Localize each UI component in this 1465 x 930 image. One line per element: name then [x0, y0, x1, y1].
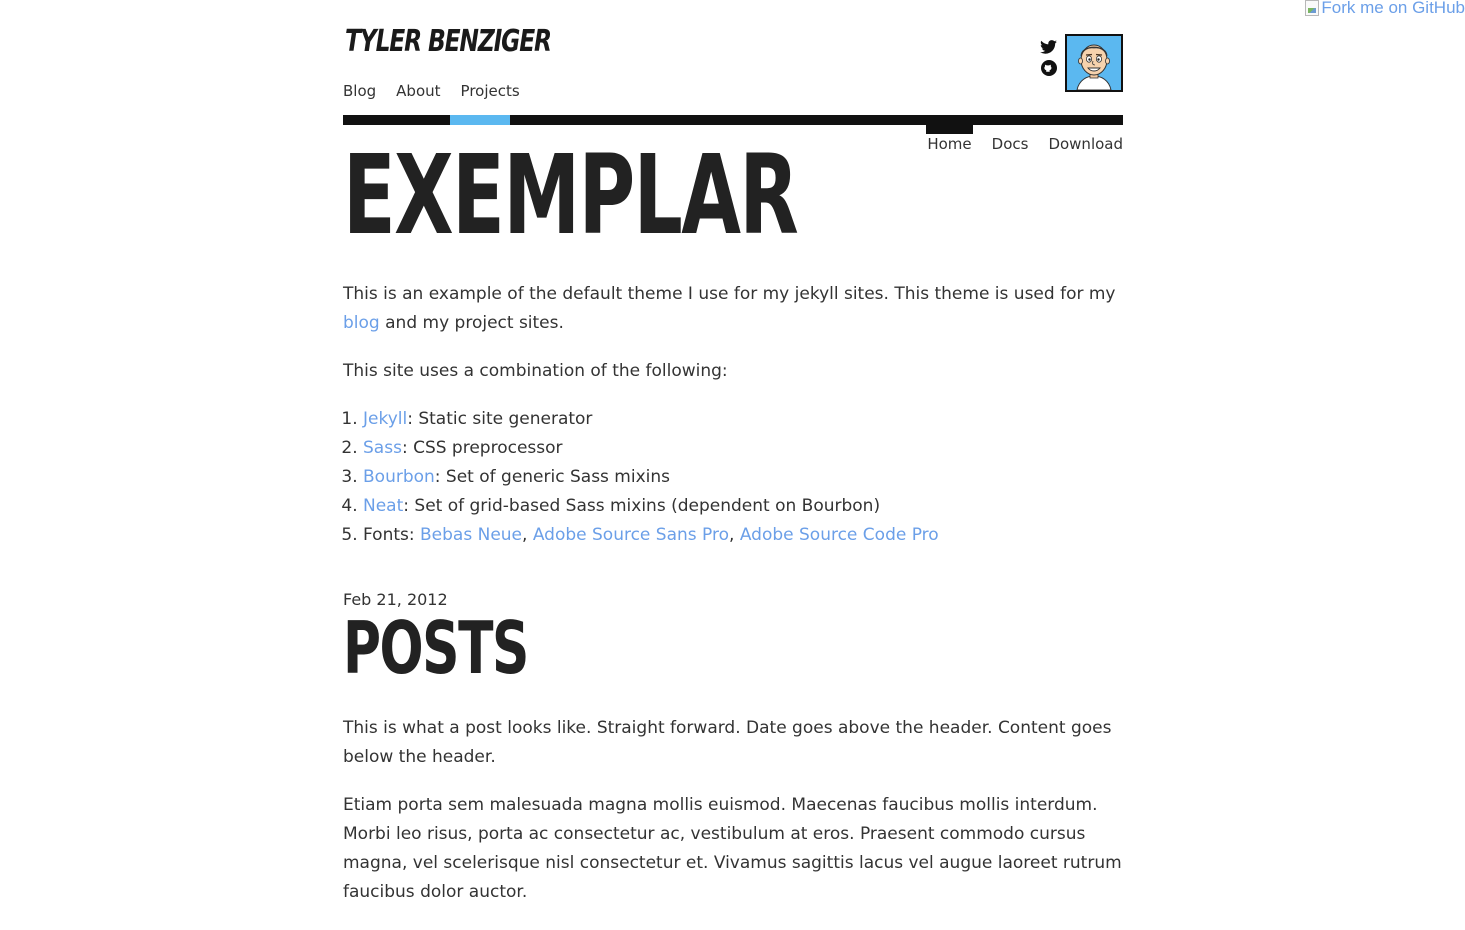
list-item: Bourbon: Set of generic Sass mixins — [363, 463, 1123, 492]
post-paragraph: Etiam porta sem malesuada magna mollis e… — [343, 795, 1122, 902]
intro-section: This is an example of the default theme … — [343, 280, 1123, 550]
post-body: This is what a post looks like. Straight… — [343, 714, 1123, 926]
avatar[interactable] — [1065, 34, 1123, 92]
blog-link[interactable]: blog — [343, 313, 380, 333]
intro-text: This is an example of the default theme … — [343, 284, 1116, 304]
social-links — [1040, 40, 1057, 76]
intro-paragraph: This is an example of the default theme … — [343, 280, 1123, 338]
bourbon-link[interactable]: Bourbon — [363, 467, 435, 487]
site-title[interactable]: TYLER BENZIGER — [345, 24, 552, 59]
site-header: TYLER BENZIGER Blog About Projects — [343, 0, 1123, 125]
main-nav: Blog About Projects — [343, 82, 540, 100]
github-icon[interactable] — [1040, 60, 1057, 76]
subnav-download-link[interactable]: Download — [1048, 125, 1123, 153]
nav-blog-link[interactable]: Blog — [343, 82, 376, 100]
list-item-desc: : Static site generator — [407, 409, 593, 429]
active-nav-indicator — [450, 115, 510, 125]
project-sub-nav: Home Docs Download — [907, 125, 1123, 153]
neat-link[interactable]: Neat — [363, 496, 403, 516]
list-item: Sass: CSS preprocessor — [363, 434, 1123, 463]
list-item-desc: : Set of grid-based Sass mixins (depende… — [403, 496, 881, 516]
sass-link[interactable]: Sass — [363, 438, 402, 458]
subnav-docs-link[interactable]: Docs — [992, 125, 1029, 153]
separator: , — [729, 525, 740, 545]
fork-me-on-github-link[interactable]: Fork me on GitHub — [1305, 0, 1465, 18]
list-item: Jekyll: Static site generator — [363, 405, 1123, 434]
nav-projects-link[interactable]: Projects — [461, 82, 520, 100]
bebas-neue-link[interactable]: Bebas Neue — [420, 525, 522, 545]
uses-paragraph: This site uses a combination of the foll… — [343, 361, 728, 381]
separator: , — [522, 525, 533, 545]
list-item-desc: : CSS preprocessor — [401, 438, 563, 458]
nav-about-link[interactable]: About — [396, 82, 440, 100]
source-code-pro-link[interactable]: Adobe Source Code Pro — [740, 525, 939, 545]
tech-list: Jekyll: Static site generator Sass: CSS … — [343, 405, 1123, 550]
header-divider — [343, 115, 1123, 125]
twitter-icon[interactable] — [1040, 40, 1057, 54]
subnav-home-link[interactable]: Home — [926, 125, 973, 153]
intro-text-end: and my project sites. — [379, 313, 564, 333]
broken-image-icon — [1305, 0, 1320, 16]
post-paragraph: This is what a post looks like. Straight… — [343, 718, 1112, 767]
page-container: TYLER BENZIGER Blog About Projects Home … — [343, 0, 1123, 902]
source-sans-pro-link[interactable]: Adobe Source Sans Pro — [533, 525, 729, 545]
list-item: Neat: Set of grid-based Sass mixins (dep… — [363, 492, 1123, 521]
list-item: Fonts: Bebas Neue, Adobe Source Sans Pro… — [363, 521, 1123, 550]
list-item-desc: : Set of generic Sass mixins — [434, 467, 671, 487]
fonts-label: Fonts: — [363, 525, 421, 545]
fork-banner-alt-text: Fork me on GitHub — [1321, 0, 1465, 17]
jekyll-link[interactable]: Jekyll — [363, 409, 407, 429]
page-title: EXEMPLAR — [343, 131, 799, 259]
post-title[interactable]: POSTS — [343, 612, 529, 684]
avatar-cartoon-face — [1067, 36, 1121, 90]
